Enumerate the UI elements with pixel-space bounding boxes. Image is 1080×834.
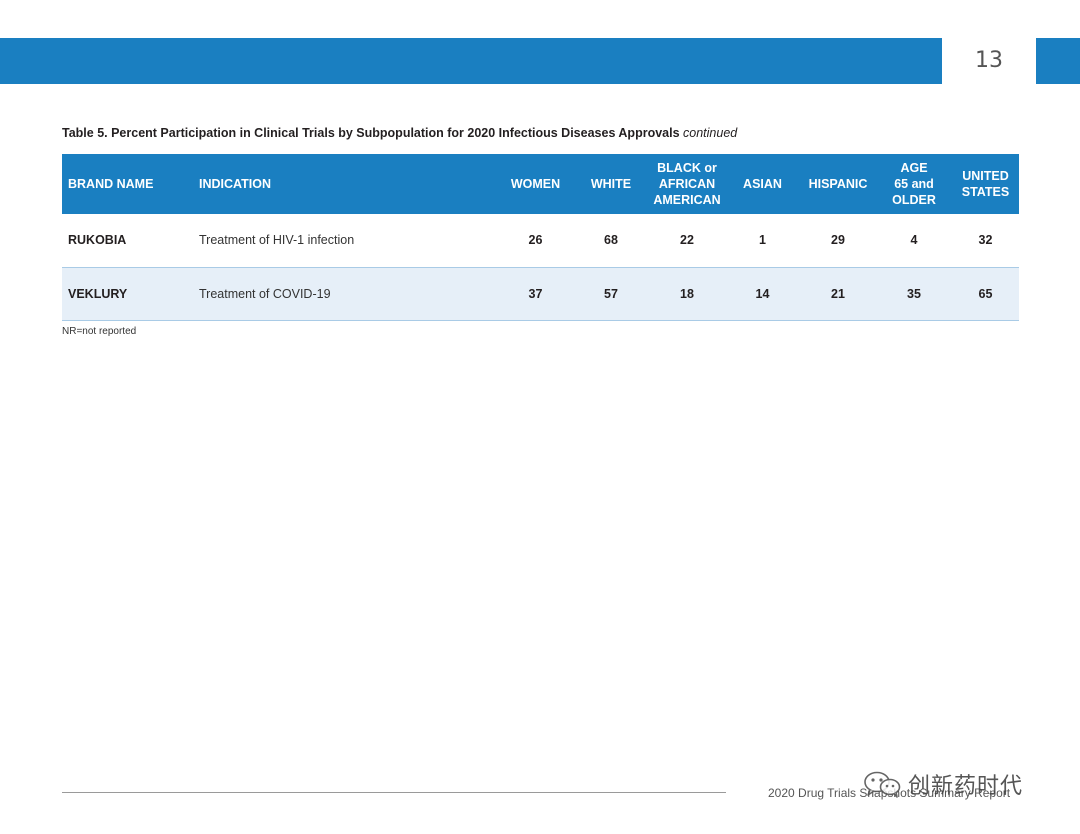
col-header-hispanic: HISPANIC [800, 154, 876, 214]
cell-indication: Treatment of HIV-1 infection [193, 214, 498, 268]
col-header-white: WHITE [573, 154, 649, 214]
cell-us: 65 [952, 267, 1019, 321]
watermark: 创新药时代 [862, 768, 1023, 800]
col-header-age65-l3: OLDER [892, 193, 936, 207]
table-header-row: BRAND NAME INDICATION WOMEN WHITE BLACK … [62, 154, 1019, 214]
watermark-text: 创新药时代 [908, 774, 1024, 799]
table-caption: Table 5. Percent Participation in Clinic… [62, 126, 737, 140]
cell-age65: 4 [876, 214, 952, 268]
col-header-us-l1: UNITED [962, 169, 1009, 183]
col-header-black-l1: BLACK or [657, 161, 717, 175]
participation-table: BRAND NAME INDICATION WOMEN WHITE BLACK … [62, 154, 1019, 321]
col-header-asian-l1: ASIAN [743, 177, 782, 191]
col-header-us: UNITED STATES [952, 154, 1019, 214]
col-header-women-l1: WOMEN [510, 177, 561, 191]
col-header-black: BLACK or AFRICAN AMERICAN [649, 154, 725, 214]
table-footnote: NR=not reported [62, 326, 137, 337]
cell-indication: Treatment of COVID-19 [193, 267, 498, 321]
cell-black: 18 [649, 267, 725, 321]
cell-hispanic: 29 [800, 214, 876, 268]
cell-hispanic: 21 [800, 267, 876, 321]
page-number: 13 [975, 48, 1003, 73]
cell-asian: 1 [725, 214, 800, 268]
col-header-age65-l2: 65 and [894, 177, 934, 191]
cell-asian: 14 [725, 267, 800, 321]
col-header-us-l2: STATES [961, 185, 1010, 199]
cell-brand: VEKLURY [62, 267, 193, 321]
cell-age65: 35 [876, 267, 952, 321]
table-caption-title: Table 5. Percent Participation in Clinic… [62, 126, 680, 140]
col-header-women: WOMEN [498, 154, 573, 214]
table-row: RUKOBIA Treatment of HIV-1 infection 26 … [62, 214, 1019, 268]
cell-white: 57 [573, 267, 649, 321]
table-row: VEKLURY Treatment of COVID-19 37 57 18 1… [62, 267, 1019, 321]
table-caption-suffix: continued [683, 126, 738, 140]
cell-us: 32 [952, 214, 1019, 268]
wechat-icon [864, 771, 901, 798]
header-bar-accent [1036, 38, 1080, 84]
cell-women: 26 [498, 214, 573, 268]
col-header-hispanic-l1: HISPANIC [808, 177, 868, 191]
cell-black: 22 [649, 214, 725, 268]
col-header-white-l1: WHITE [590, 177, 632, 191]
col-header-black-l3: AMERICAN [653, 193, 721, 207]
col-header-age65: AGE 65 and OLDER [876, 154, 952, 214]
footer-divider [62, 792, 726, 793]
col-header-indication: INDICATION [193, 154, 498, 214]
header-bar [0, 38, 942, 84]
cell-women: 37 [498, 267, 573, 321]
col-header-brand: BRAND NAME [62, 154, 193, 214]
col-header-asian: ASIAN [725, 154, 800, 214]
cell-brand: RUKOBIA [62, 214, 193, 268]
col-header-age65-l1: AGE [900, 161, 928, 175]
col-header-black-l2: AFRICAN [658, 177, 716, 191]
cell-white: 68 [573, 214, 649, 268]
